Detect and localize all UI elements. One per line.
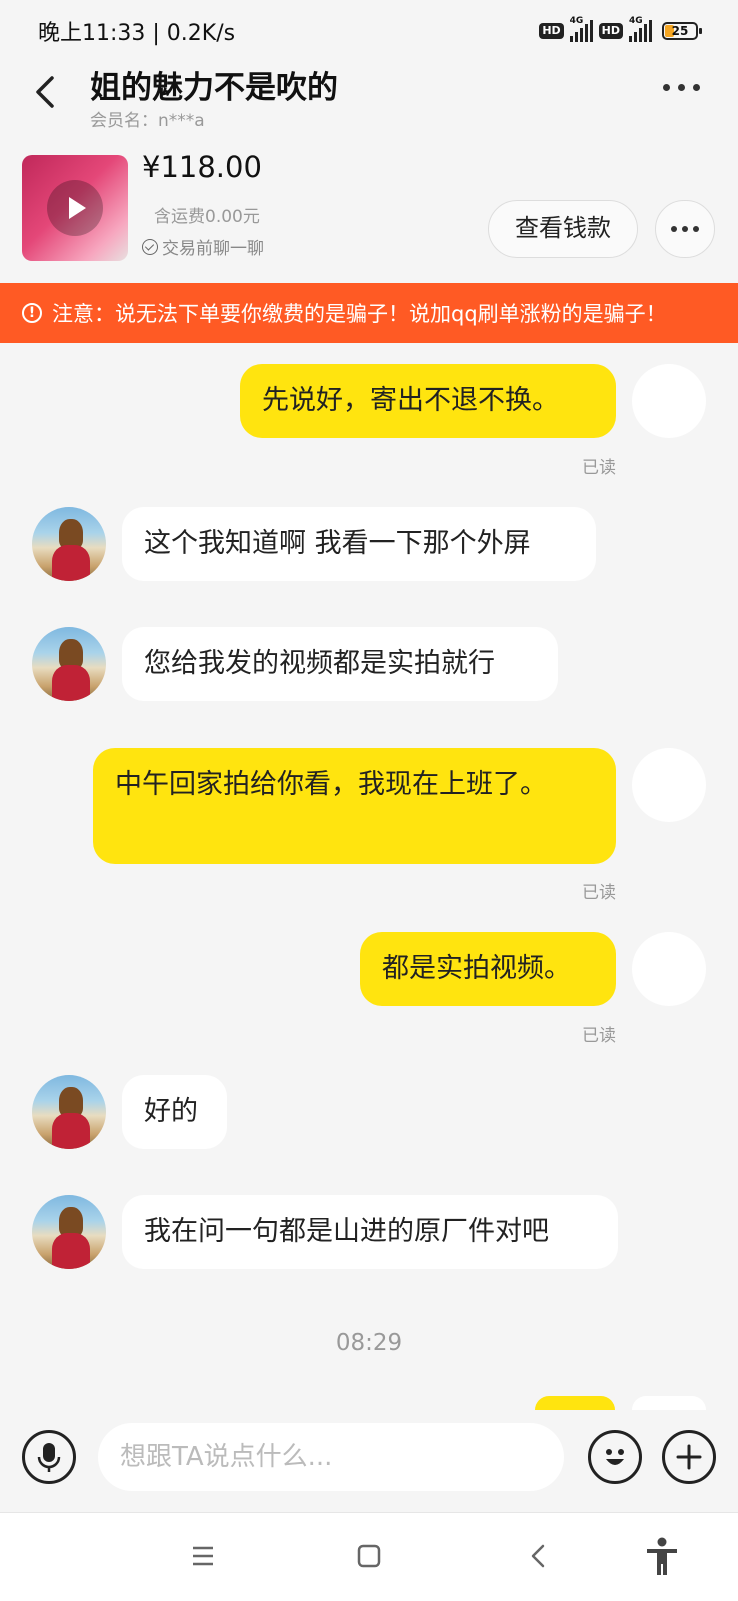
dot-icon xyxy=(671,226,677,232)
view-payment-button[interactable]: 查看钱款 xyxy=(488,200,638,258)
message-input[interactable]: 想跟TA说点什么... xyxy=(98,1423,564,1491)
my-avatar-partial xyxy=(632,1396,706,1410)
back-button[interactable] xyxy=(28,72,68,112)
contact-avatar[interactable] xyxy=(32,1195,106,1269)
microphone-icon xyxy=(37,1443,61,1472)
product-card: ¥118.00 含运费0.00元 交易前聊一聊 查看钱款 xyxy=(0,150,738,268)
hd-icon: HD xyxy=(539,23,564,39)
contact-avatar[interactable] xyxy=(32,1075,106,1149)
dot-icon xyxy=(693,226,699,232)
member-name: 会员名：n***a xyxy=(90,111,205,131)
signal-icon: 4G xyxy=(569,16,593,42)
play-icon xyxy=(47,180,103,236)
chevron-left-icon xyxy=(36,76,54,108)
dot-icon xyxy=(663,84,670,91)
my-avatar[interactable] xyxy=(632,932,706,1006)
message-bubble-received[interactable]: 这个我知道啊 我看一下那个外屏 xyxy=(122,507,596,581)
message-composer: 想跟TA说点什么... xyxy=(0,1410,738,1510)
message-bubble-received[interactable]: 您给我发的视频都是实拍就行 xyxy=(122,627,558,701)
product-price: ¥118.00 xyxy=(142,150,262,184)
warning-text: 注意：说无法下单要你缴费的是骗子！说加qq刷单涨粉的是骗子！ xyxy=(52,302,667,326)
message-bubble-sent[interactable]: 都是实拍视频。 xyxy=(360,932,616,1006)
message-bubble-sent[interactable]: 中午回家拍给你看，我现在上班了。 xyxy=(93,748,616,864)
dot-icon xyxy=(678,84,685,91)
accessibility-icon[interactable] xyxy=(644,1537,680,1577)
status-time: 晚上11:33 | 0.2K/s xyxy=(38,21,236,46)
more-options-button[interactable] xyxy=(663,84,700,91)
plus-icon xyxy=(676,1444,702,1470)
dot-icon xyxy=(693,84,700,91)
status-icons: HD 4G HD 4G 25 xyxy=(539,16,702,42)
shipping-fee: 含运费0.00元 xyxy=(154,207,260,227)
dot-icon xyxy=(682,226,688,232)
check-circle-icon xyxy=(142,238,158,255)
read-status: 已读 xyxy=(582,883,616,903)
message-timestamp: 08:29 xyxy=(335,1330,403,1356)
contact-avatar[interactable] xyxy=(32,627,106,701)
message-bubble-received[interactable]: 好的 xyxy=(122,1075,227,1149)
system-nav-bar xyxy=(0,1512,738,1601)
chat-header: 姐的魅力不是吹的 会员名：n***a xyxy=(0,62,738,142)
my-avatar[interactable] xyxy=(632,748,706,822)
chat-first-note: 交易前聊一聊 xyxy=(142,234,264,259)
alert-icon: ! xyxy=(22,303,42,323)
emoji-button[interactable] xyxy=(588,1430,642,1484)
page-title: 姐的魅力不是吹的 xyxy=(90,70,338,106)
contact-avatar[interactable] xyxy=(32,507,106,581)
menu-icon[interactable] xyxy=(190,1543,216,1569)
message-bubble-partial xyxy=(535,1396,615,1410)
hd-icon: HD xyxy=(598,23,623,39)
chat-first-label: 交易前聊一聊 xyxy=(162,239,264,259)
back-nav-icon[interactable] xyxy=(526,1543,552,1569)
battery-icon: 25 xyxy=(662,22,702,40)
status-bar: 晚上11:33 | 0.2K/s HD 4G HD 4G 25 xyxy=(0,0,738,62)
signal-icon: 4G xyxy=(629,16,652,42)
product-thumbnail[interactable] xyxy=(22,155,128,261)
read-status: 已读 xyxy=(582,1026,616,1046)
voice-input-button[interactable] xyxy=(22,1430,76,1484)
emoji-icon xyxy=(606,1449,624,1465)
home-icon[interactable] xyxy=(356,1543,382,1569)
read-status: 已读 xyxy=(582,458,616,478)
add-attachment-button[interactable] xyxy=(662,1430,716,1484)
my-avatar[interactable] xyxy=(632,364,706,438)
scam-warning-banner: ! 注意：说无法下单要你缴费的是骗子！说加qq刷单涨粉的是骗子！ xyxy=(0,283,738,343)
product-more-button[interactable] xyxy=(655,200,715,258)
message-bubble-received[interactable]: 我在问一句都是山进的原厂件对吧 xyxy=(122,1195,618,1269)
message-bubble-sent[interactable]: 先说好，寄出不退不换。 xyxy=(240,364,616,438)
